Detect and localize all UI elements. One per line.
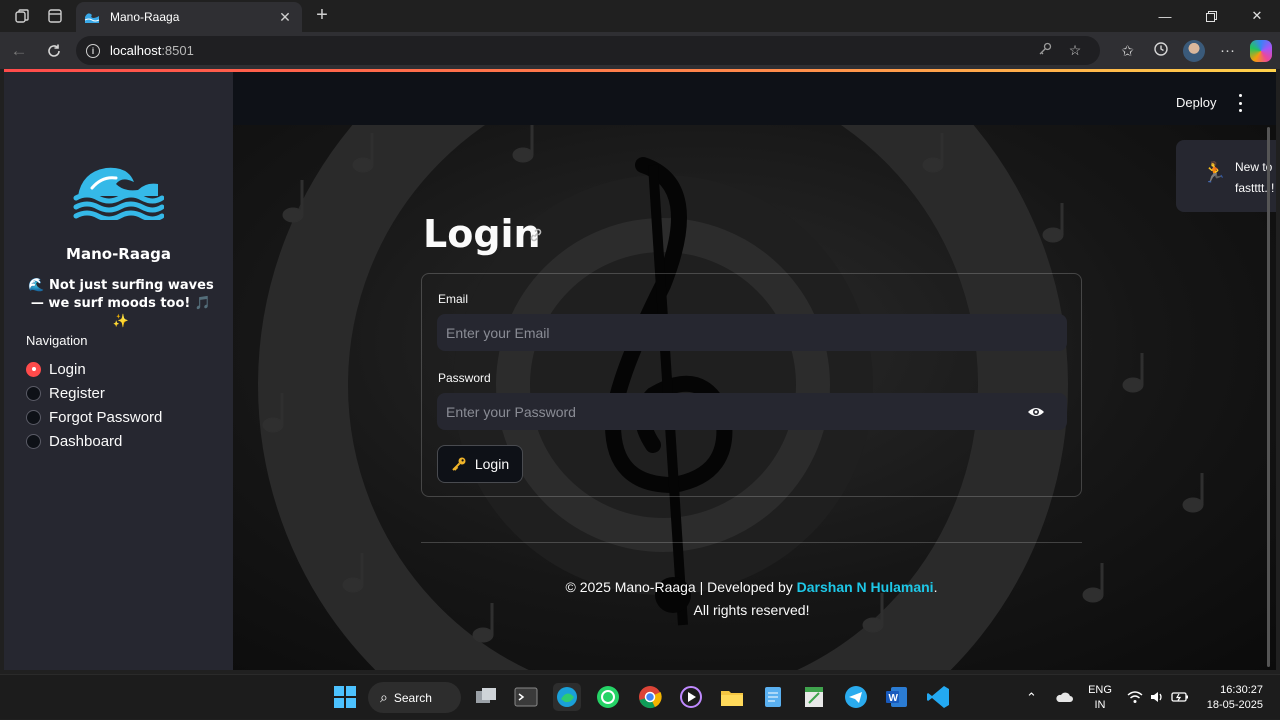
login-form: Email Enter your Email Password Enter yo… (421, 273, 1082, 497)
nav-radio-label: Dashboard (49, 432, 123, 450)
password-label: Password (438, 371, 491, 385)
email-label: Email (438, 292, 469, 306)
browser-toolbar: ← i localhost:8501 ☆ ✩ ··· (0, 32, 1280, 69)
sidebar-tagline: 🌊 Not just surfing waves — we surf moods… (28, 278, 214, 329)
lang-line-1: ENG (1088, 684, 1112, 696)
edge-browser-icon[interactable] (553, 683, 581, 711)
page-title: Login (423, 212, 541, 256)
radio-indicator[interactable] (26, 409, 41, 425)
running-person-icon: 🏃 (1202, 162, 1227, 184)
main-menu-icon[interactable] (1235, 94, 1245, 112)
taskbar-search[interactable]: ⌕ Search (368, 682, 461, 713)
passwords-key-icon[interactable] (1030, 42, 1060, 59)
tab-active[interactable]: Mano-Raaga ✕ (76, 2, 302, 32)
taskbar-search-label: Search (393, 690, 432, 705)
app-header: Deploy (233, 72, 1276, 125)
notes-app-icon[interactable] (800, 683, 828, 711)
nav-radio-label: Forgot Password (49, 408, 163, 426)
refresh-icon[interactable] (38, 35, 70, 67)
register-toast: 🏃 New to Mano-Raag? Register it fastttt.… (1176, 140, 1276, 212)
favorites-icon[interactable]: ✩ (1111, 42, 1144, 60)
email-input[interactable]: Enter your Email (437, 314, 1067, 351)
nav-radio-login[interactable]: Login (26, 357, 162, 381)
back-icon[interactable]: ← (3, 35, 35, 67)
close-window-icon[interactable]: ✕ (1234, 0, 1280, 32)
wifi-icon[interactable] (1127, 690, 1143, 704)
window-controls: — ✕ (1142, 0, 1280, 32)
notepad-icon[interactable] (759, 683, 787, 711)
wave-logo-icon (73, 167, 164, 220)
url-text: localhost:8501 (110, 43, 194, 58)
navigation-heading: Navigation (26, 333, 88, 348)
radio-indicator[interactable] (26, 433, 41, 449)
browser-tab-bar: Mano-Raaga ✕ + — ✕ (0, 0, 1280, 32)
footer-line-1: © 2025 Mano-Raaga | Developed by Darshan… (565, 579, 938, 595)
main-scrollbar[interactable] (1267, 127, 1270, 667)
windows-start-icon[interactable] (331, 683, 359, 711)
nav-radio-forgot-password[interactable]: Forgot Password (26, 405, 162, 429)
login-button[interactable]: Login (437, 445, 523, 483)
terminal-icon[interactable] (512, 683, 540, 711)
navigation-radio-group: Login Register Forgot Password Dashboard (26, 357, 162, 453)
footer-line-2: All rights reserved! (693, 602, 810, 618)
restore-icon[interactable] (1188, 0, 1234, 32)
new-tab-icon[interactable]: + (310, 4, 334, 27)
volume-icon[interactable] (1149, 690, 1165, 704)
footer-divider (421, 542, 1082, 543)
radio-indicator[interactable] (26, 385, 41, 401)
chrome-icon[interactable] (636, 683, 664, 711)
app-window: Mano-Raaga 🌊 Not just surfing waves — we… (4, 72, 1276, 670)
copilot-icon[interactable] (1250, 39, 1272, 62)
svg-text:W: W (889, 693, 899, 704)
tab-close-icon[interactable]: ✕ (276, 9, 294, 26)
favorite-star-icon[interactable]: ☆ (1060, 42, 1090, 59)
main-content: Deploy Login Email Enter your Email Pass… (233, 72, 1276, 670)
nav-radio-dashboard[interactable]: Dashboard (26, 429, 162, 453)
login-button-label: Login (474, 456, 510, 472)
nav-radio-label: Register (49, 384, 105, 402)
tab-actions-icon[interactable] (44, 5, 66, 27)
word-icon[interactable]: W (883, 683, 911, 711)
more-options-icon[interactable]: ··· (1211, 42, 1244, 59)
windows-taskbar: ⌕ Search W ⌃ ENG IN 16:30:27 18-05-2025 (0, 674, 1280, 719)
password-input[interactable]: Enter your Password (437, 393, 1067, 430)
minimize-icon[interactable]: — (1142, 0, 1188, 32)
radio-selected-indicator[interactable] (26, 361, 41, 377)
address-bar[interactable]: i localhost:8501 ☆ (76, 36, 1100, 65)
input-language-indicator[interactable]: ENG IN (1086, 683, 1114, 713)
show-password-eye-icon[interactable] (1027, 406, 1045, 418)
clock-date: 18-05-2025 (1206, 699, 1263, 711)
sidebar: Mano-Raaga 🌊 Not just surfing waves — we… (4, 72, 233, 670)
onedrive-cloud-icon[interactable] (1055, 691, 1073, 703)
deploy-button[interactable]: Deploy (1176, 95, 1216, 110)
history-icon[interactable] (1144, 41, 1177, 61)
wave-favicon-icon (84, 13, 100, 23)
password-placeholder: Enter your Password (446, 403, 576, 420)
whatsapp-icon[interactable] (594, 683, 622, 711)
system-clock[interactable]: 16:30:27 18-05-2025 (1198, 683, 1263, 713)
profile-avatar[interactable] (1183, 39, 1205, 62)
author-link[interactable]: Darshan N Hulamani (797, 579, 934, 595)
file-explorer-icon[interactable] (718, 683, 746, 711)
tab-title: Mano-Raaga (110, 10, 180, 24)
search-icon: ⌕ (380, 689, 388, 705)
vscode-icon[interactable] (924, 683, 952, 711)
telegram-icon[interactable] (842, 683, 870, 711)
media-player-icon[interactable] (677, 683, 705, 711)
nav-radio-register[interactable]: Register (26, 381, 162, 405)
lang-line-2: IN (1094, 699, 1106, 711)
battery-icon[interactable] (1171, 690, 1189, 704)
key-icon (452, 457, 466, 471)
nav-radio-label: Login (49, 360, 86, 378)
site-info-icon[interactable]: i (86, 43, 100, 58)
task-view-icon[interactable] (472, 683, 500, 711)
clock-time: 16:30:27 (1220, 684, 1263, 696)
sidebar-brand-name: Mano-Raaga (66, 245, 171, 263)
show-hidden-icons[interactable]: ⌃ (1026, 675, 1037, 720)
anchor-link-icon[interactable] (528, 227, 544, 243)
workspaces-icon[interactable] (11, 5, 33, 27)
browser-tools: ✩ ··· (1111, 36, 1272, 65)
footer: © 2025 Mano-Raaga | Developed by Darshan… (421, 576, 1082, 622)
